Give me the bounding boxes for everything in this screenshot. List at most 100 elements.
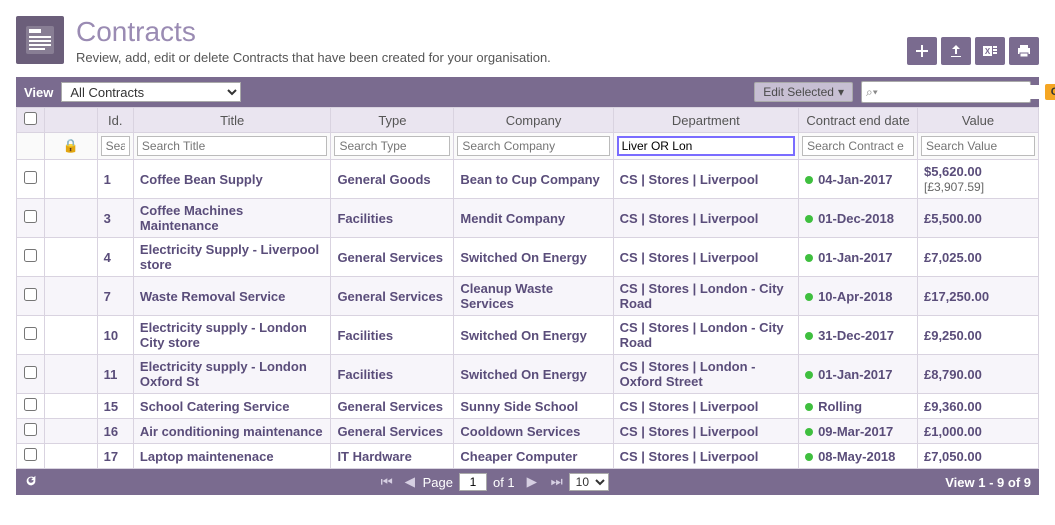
filter-company[interactable] [457,136,609,156]
cell-title-link[interactable]: Electricity supply - London City store [140,320,307,350]
filter-value[interactable] [921,136,1035,156]
cell-end-date: 10-Apr-2018 [799,277,918,316]
excel-export-button[interactable]: X [975,37,1005,65]
page-number-input[interactable] [459,473,487,491]
cell-department[interactable]: CS | Stores | London - Oxford Street [620,359,756,389]
cell-department[interactable]: CS | Stores | Liverpool [620,424,759,439]
table-row: 4Electricity Supply - Liverpool store Gen… [17,238,1039,277]
cell-company[interactable]: Cleanup Waste Services [460,281,553,311]
cell-company[interactable]: Switched On Energy [460,328,586,343]
page-header: Contracts Review, add, edit or delete Co… [16,16,1039,65]
cell-company[interactable]: Mendit Company [460,211,565,226]
row-checkbox[interactable] [24,398,37,411]
row-checkbox[interactable] [24,448,37,461]
cell-title-link[interactable]: Coffee Bean Supply [140,172,263,187]
cell-value: £17,250.00 [917,277,1038,316]
table-row: 11Electricity supply - London Oxford St F… [17,355,1039,394]
refresh-button[interactable] [24,474,38,491]
view-select[interactable]: All Contracts [61,82,241,102]
cell-type[interactable]: Facilities [337,328,393,343]
cell-id: 4 [97,238,133,277]
col-type[interactable]: Type [331,108,454,133]
row-checkbox[interactable] [24,423,37,436]
cell-title-link[interactable]: Laptop maintenenace [140,449,274,464]
global-search-input[interactable] [882,85,1045,99]
add-button[interactable] [907,37,937,65]
cell-department[interactable]: CS | Stores | Liverpool [620,172,759,187]
cell-id: 11 [97,355,133,394]
col-id[interactable]: Id. [97,108,133,133]
cell-end-date: 01-Jan-2017 [799,238,918,277]
cell-title-link[interactable]: Electricity Supply - Liverpool store [140,242,319,272]
last-page-button[interactable]: ⏭ [545,473,563,491]
col-department[interactable]: Department [613,108,798,133]
row-checkbox[interactable] [24,210,37,223]
contracts-icon [16,16,64,64]
row-checkbox[interactable] [24,327,37,340]
filter-id[interactable] [101,136,130,156]
view-label: View [24,85,53,100]
cell-department[interactable]: CS | Stores | Liverpool [620,449,759,464]
cell-department[interactable]: CS | Stores | London - City Road [620,281,784,311]
col-title[interactable]: Title [133,108,331,133]
view-toolbar: View All Contracts Edit Selected ▾ ⌕▾ Go [16,77,1039,107]
cell-value: £9,250.00 [917,316,1038,355]
first-page-button[interactable]: ⏮ [375,473,393,491]
cell-title-link[interactable]: School Catering Service [140,399,290,414]
edit-selected-button[interactable]: Edit Selected ▾ [754,82,853,102]
edit-selected-label: Edit Selected [763,85,834,99]
table-row: 7Waste Removal ServiceGeneral ServicesCl… [17,277,1039,316]
cell-end-date: 31-Dec-2017 [799,316,918,355]
cell-value: £5,500.00 [917,199,1038,238]
select-all-header[interactable] [17,108,45,133]
cell-type[interactable]: General Goods [337,172,430,187]
cell-title-link[interactable]: Waste Removal Service [140,289,285,304]
row-checkbox[interactable] [24,288,37,301]
row-checkbox[interactable] [24,366,37,379]
cell-title-link[interactable]: Coffee Machines Maintenance [140,203,243,233]
cell-company[interactable]: Switched On Energy [460,250,586,265]
cell-type[interactable]: General Services [337,250,443,265]
row-checkbox[interactable] [24,171,37,184]
cell-end-date: 04-Jan-2017 [799,160,918,199]
cell-type[interactable]: IT Hardware [337,449,411,464]
row-checkbox[interactable] [24,249,37,262]
cell-end-date: 01-Dec-2018 [799,199,918,238]
cell-company[interactable]: Switched On Energy [460,367,586,382]
prev-page-button[interactable]: ◀ [399,473,417,491]
print-icon [1016,43,1032,59]
per-page-select[interactable]: 10 [569,473,609,491]
filter-type[interactable] [334,136,450,156]
col-company[interactable]: Company [454,108,613,133]
cell-title-link[interactable]: Air conditioning maintenance [140,424,323,439]
filter-department[interactable] [617,136,795,156]
search-go-button[interactable]: Go [1045,84,1055,100]
cell-company[interactable]: Sunny Side School [460,399,578,414]
status-dot-icon [805,403,813,411]
cell-type[interactable]: Facilities [337,367,393,382]
cell-department[interactable]: CS | Stores | Liverpool [620,250,759,265]
cell-type[interactable]: General Services [337,424,443,439]
print-button[interactable] [1009,37,1039,65]
cell-department[interactable]: CS | Stores | Liverpool [620,399,759,414]
select-all-checkbox[interactable] [24,112,37,125]
cell-id: 16 [97,419,133,444]
cell-type[interactable]: General Services [337,399,443,414]
cell-type[interactable]: General Services [337,289,443,304]
next-page-button[interactable]: ▶ [521,473,539,491]
col-end-date[interactable]: Contract end date [799,108,918,133]
status-dot-icon [805,176,813,184]
cell-company[interactable]: Cooldown Services [460,424,580,439]
cell-company[interactable]: Cheaper Computer [460,449,577,464]
global-search: ⌕▾ Go [861,81,1031,103]
cell-department[interactable]: CS | Stores | London - City Road [620,320,784,350]
cell-department[interactable]: CS | Stores | Liverpool [620,211,759,226]
upload-button[interactable] [941,37,971,65]
status-dot-icon [805,453,813,461]
cell-title-link[interactable]: Electricity supply - London Oxford St [140,359,307,389]
cell-type[interactable]: Facilities [337,211,393,226]
filter-end-date[interactable] [802,136,914,156]
col-value[interactable]: Value [917,108,1038,133]
filter-title[interactable] [137,136,328,156]
cell-company[interactable]: Bean to Cup Company [460,172,599,187]
